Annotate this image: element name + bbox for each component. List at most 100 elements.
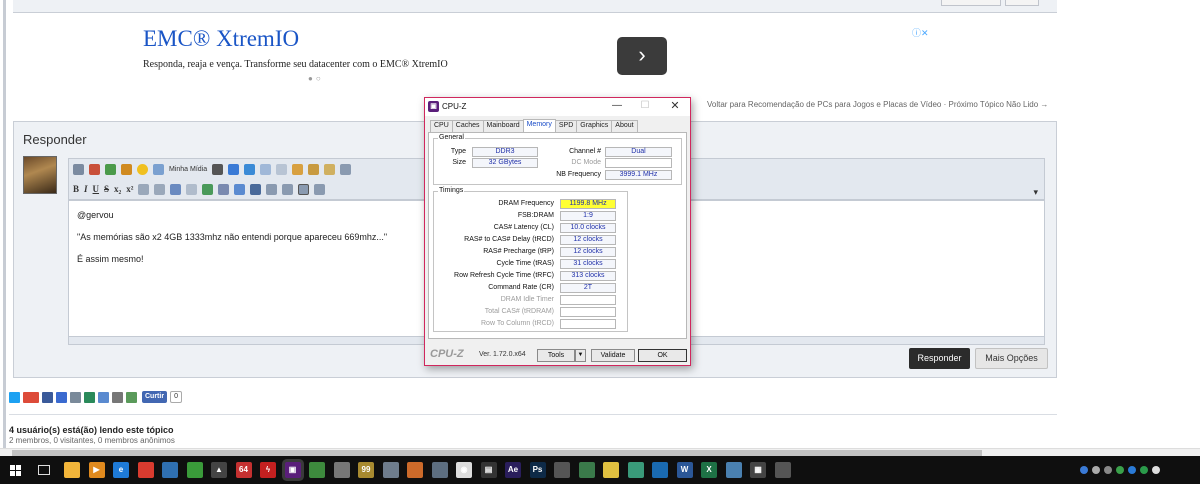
chrome-icon[interactable] xyxy=(137,462,154,478)
calculator-icon[interactable]: ▦ xyxy=(750,462,766,478)
bold-icon[interactable]: B xyxy=(73,184,79,194)
image-icon[interactable] xyxy=(202,183,214,195)
stumbleupon-icon[interactable] xyxy=(84,391,95,403)
spellcheck-icon[interactable] xyxy=(340,163,352,175)
tray-icon[interactable] xyxy=(1104,466,1112,474)
app-soccer-icon[interactable] xyxy=(554,462,570,478)
justify-icon[interactable] xyxy=(314,183,326,195)
app-blue-icon[interactable] xyxy=(652,462,668,478)
more-options-button[interactable]: Mais Opções xyxy=(975,348,1048,369)
unlink-icon[interactable] xyxy=(186,183,198,195)
app-phone-icon[interactable] xyxy=(578,462,595,478)
app-leaf-icon[interactable] xyxy=(627,462,644,478)
google-plus-icon[interactable] xyxy=(23,391,39,403)
align-center-icon[interactable] xyxy=(282,183,294,195)
avatar[interactable] xyxy=(23,156,57,194)
media-icon[interactable] xyxy=(153,163,164,175)
find-icon[interactable] xyxy=(212,163,224,175)
photoshop-icon[interactable]: Ps xyxy=(529,462,546,478)
app-mountain-icon[interactable]: ▲ xyxy=(211,462,227,478)
redo-icon[interactable] xyxy=(260,163,272,175)
tray-icon[interactable] xyxy=(1080,466,1088,474)
post-action-button[interactable] xyxy=(1005,0,1039,6)
email-icon[interactable] xyxy=(98,391,109,403)
app-sheet-icon[interactable] xyxy=(309,462,325,478)
numbered-list-icon[interactable] xyxy=(154,183,166,195)
link-icon[interactable] xyxy=(170,183,182,195)
underline-icon[interactable]: U xyxy=(93,184,100,194)
align-left-icon[interactable] xyxy=(266,183,278,195)
paste-text-icon[interactable] xyxy=(324,163,336,175)
tools-dropdown-icon[interactable]: ▼ xyxy=(575,349,586,362)
tray-icon[interactable] xyxy=(1152,466,1160,474)
back-to-forum-link[interactable]: Voltar para Recomendação de PCs para Jog… xyxy=(707,100,941,109)
print-icon[interactable] xyxy=(112,391,123,403)
app-disc-icon[interactable]: ◉ xyxy=(456,462,472,478)
post-action-button[interactable] xyxy=(941,0,1001,6)
task-view-icon[interactable] xyxy=(38,465,50,475)
align-right-icon[interactable] xyxy=(298,183,310,195)
italic-icon[interactable]: I xyxy=(84,184,88,194)
file-explorer-icon[interactable] xyxy=(64,462,80,478)
excel-icon[interactable]: X xyxy=(701,462,717,478)
start-button[interactable] xyxy=(10,465,21,476)
ad-choices-icon[interactable]: ⓘ✕ xyxy=(912,26,929,39)
app-folder-icon[interactable] xyxy=(382,462,399,478)
superscript-icon[interactable]: x² xyxy=(126,184,133,194)
copy-icon[interactable] xyxy=(292,163,304,175)
ok-button[interactable]: OK xyxy=(638,349,687,362)
delicious-icon[interactable] xyxy=(56,391,67,403)
font-color-icon[interactable] xyxy=(121,163,132,175)
advertisement[interactable]: EMC® XtremIO Responda, reaja e vença. Tr… xyxy=(143,26,943,92)
undo-icon[interactable] xyxy=(244,163,256,175)
minimize-icon[interactable]: — xyxy=(607,99,627,114)
toolbar-collapse-icon[interactable]: ▾ xyxy=(1033,187,1038,198)
subscript-icon[interactable]: x₂ xyxy=(114,184,121,194)
tab-memory[interactable]: Memory xyxy=(522,119,556,132)
app-mouse-icon[interactable] xyxy=(774,462,791,478)
horizontal-scrollbar[interactable] xyxy=(0,448,1200,456)
after-effects-icon[interactable]: Ae xyxy=(505,462,521,478)
tab-about[interactable]: About xyxy=(611,120,638,132)
digg-icon[interactable] xyxy=(42,391,53,403)
tray-icon[interactable] xyxy=(1092,466,1100,474)
facebook-like-button[interactable]: Curtir xyxy=(142,391,168,403)
app-64-icon[interactable]: 64 xyxy=(235,462,252,478)
app-99-icon[interactable]: 99 xyxy=(358,462,374,478)
emoticon-icon[interactable] xyxy=(137,163,148,175)
tools-button[interactable]: Tools xyxy=(537,349,575,362)
paste-icon[interactable] xyxy=(308,163,320,175)
bullet-list-icon[interactable] xyxy=(138,183,150,195)
media-player-icon[interactable]: ▶ xyxy=(88,462,105,478)
reddit-icon[interactable] xyxy=(70,391,81,403)
ad-next-button[interactable]: › xyxy=(617,37,667,75)
twitter-icon[interactable] xyxy=(9,391,20,403)
table-icon[interactable] xyxy=(105,163,116,175)
my-media-button[interactable]: Minha Mídia xyxy=(169,166,207,173)
tray-icon[interactable] xyxy=(1116,466,1124,474)
download-icon[interactable] xyxy=(126,391,137,403)
app-globe-icon[interactable] xyxy=(162,462,178,478)
app-flash-icon[interactable]: ϟ xyxy=(260,462,276,478)
cut-icon[interactable] xyxy=(276,163,288,175)
next-unread-topic-link[interactable]: Próximo Tópico Não Lido → xyxy=(948,100,1048,109)
cpu-z-icon[interactable]: ▣ xyxy=(284,462,301,478)
code-icon[interactable] xyxy=(218,183,230,195)
replace-icon[interactable] xyxy=(228,163,240,175)
app-cube-icon[interactable] xyxy=(725,462,742,478)
source-icon[interactable] xyxy=(73,163,84,175)
app-paint-icon[interactable] xyxy=(407,462,423,478)
validate-button[interactable]: Validate xyxy=(591,349,635,362)
ad-description[interactable]: Responda, reaja e vença. Transforme seu … xyxy=(143,59,448,70)
submit-reply-button[interactable]: Responder xyxy=(909,348,970,369)
app-green-icon[interactable] xyxy=(186,462,203,478)
edge-icon[interactable]: e xyxy=(113,462,129,478)
app-gear-icon[interactable] xyxy=(333,462,350,478)
tab-caches[interactable]: Caches xyxy=(451,120,484,132)
word-icon[interactable]: W xyxy=(676,462,693,478)
app-tools-icon[interactable] xyxy=(431,462,448,478)
quote-icon[interactable] xyxy=(234,183,246,195)
tab-graphics[interactable]: Graphics xyxy=(576,120,613,132)
close-icon[interactable]: ✕ xyxy=(665,99,685,114)
cpuz-titlebar[interactable]: ▣ CPU-Z — ☐ ✕ xyxy=(425,98,690,116)
